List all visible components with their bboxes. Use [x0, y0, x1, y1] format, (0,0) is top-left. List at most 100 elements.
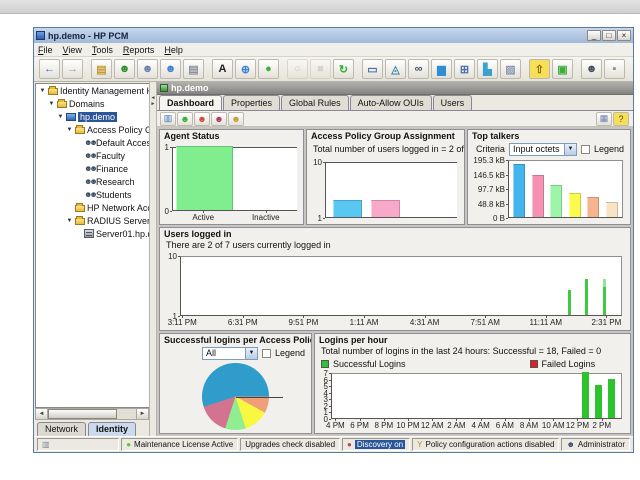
y-tick-mark	[329, 406, 331, 407]
user-add-icon[interactable]: ☻	[177, 112, 193, 126]
refresh-icon[interactable]: ↻	[333, 59, 354, 79]
tree-item-hp-network-access-control[interactable]: HP Network Access Control	[36, 201, 149, 214]
scrollbar-thumb[interactable]	[48, 409, 117, 419]
tab-dashboard[interactable]: Dashboard	[159, 95, 222, 110]
tree-item-hp-demo[interactable]: ▼hp.demo	[36, 110, 149, 123]
device-manager-icon[interactable]: ▭	[362, 59, 383, 79]
tree-item-research[interactable]: Research	[36, 175, 149, 188]
graph-icon[interactable]: ▙	[477, 59, 498, 79]
scroll-right-icon[interactable]: ►	[136, 409, 148, 419]
pane-tab-identity[interactable]: Identity	[88, 422, 136, 436]
tab-properties[interactable]: Properties	[223, 95, 280, 110]
panel-title: Top talkers	[468, 130, 630, 142]
pane-tab-network[interactable]: Network	[37, 422, 86, 436]
expander-icon[interactable]: ▼	[66, 127, 73, 133]
chart-bar	[568, 290, 571, 315]
tree-horizontal-scrollbar[interactable]: ◄ ►	[35, 408, 149, 420]
tree-item-access-policy-groups[interactable]: ▼ Access Policy Groups	[36, 123, 149, 136]
report-icon[interactable]: ▤	[183, 59, 204, 79]
title-bar[interactable]: hp.demo - HP PCM _□×	[34, 28, 633, 43]
tree-item-default-access-policy-gr[interactable]: Default Access Policy Gr	[36, 136, 149, 149]
expander-icon[interactable]: ▼	[48, 101, 55, 107]
expander-icon[interactable]: ▼	[57, 114, 64, 120]
discovery-field[interactable]: ●Discovery on	[342, 438, 410, 451]
tree-item-identity-management-home[interactable]: ▼Identity Management Home	[36, 84, 149, 97]
x-tick-label: 11:11 AM	[524, 318, 568, 327]
network-map-icon[interactable]: ⊞	[454, 59, 475, 79]
tab-auto-allow-ouis[interactable]: Auto-Allow OUIs	[350, 95, 432, 110]
user-profile-icon[interactable]: ☻	[581, 59, 602, 79]
y-tick-label: 0	[162, 207, 169, 216]
legend-checkbox[interactable]	[581, 145, 590, 154]
tree-item-domains[interactable]: ▼Domains	[36, 97, 149, 110]
scroll-left-icon[interactable]: ◄	[36, 409, 48, 419]
y-tick-mark	[329, 386, 331, 387]
y-tick-label: 1	[309, 214, 322, 223]
users-icon[interactable]: ☻	[160, 59, 181, 79]
software-export-icon[interactable]: ⇧	[529, 59, 550, 79]
selection-header: hp.demo	[157, 82, 633, 95]
tree-item-label: Access Policy Groups	[87, 125, 149, 135]
tree-item-server01-hp-demo-192-1[interactable]: Server01.hp.demo(192.1	[36, 227, 149, 240]
menu-file[interactable]: File	[38, 45, 53, 55]
tab-users[interactable]: Users	[433, 95, 473, 110]
chart-bar	[513, 164, 525, 217]
chevron-down-icon[interactable]: ▼	[245, 348, 257, 359]
criteria-select[interactable]: Input octets ▼	[509, 143, 577, 156]
traffic-monitor-icon[interactable]: ▆	[431, 59, 452, 79]
identity-home-icon[interactable]: ▤	[91, 59, 112, 79]
close-button[interactable]: ×	[617, 30, 631, 41]
maximize-button[interactable]: □	[602, 30, 616, 41]
user-block-icon[interactable]: ☻	[211, 112, 227, 126]
software-update-icon[interactable]: ▣	[552, 59, 573, 79]
menu-tools[interactable]: Tools	[92, 45, 113, 55]
back-icon[interactable]: ←	[39, 59, 60, 79]
find-device-icon[interactable]: ∞	[408, 59, 429, 79]
lock-icon[interactable]: ▪	[604, 59, 625, 79]
plot-area	[180, 256, 622, 316]
status-label: Policy configuration actions disabled	[425, 440, 554, 449]
x-tick-label: 2 PM	[580, 421, 624, 430]
y-tick-mark	[329, 399, 331, 400]
chart-bar	[608, 379, 615, 418]
screenshot-icon[interactable]: ▨	[500, 59, 521, 79]
menu-view[interactable]: View	[63, 45, 82, 55]
group-icon	[84, 138, 94, 147]
group-filter-select[interactable]: All ▼	[202, 347, 258, 360]
window-title: hp.demo - HP PCM	[48, 31, 584, 41]
logins-summary: Total number of logins in the last 24 ho…	[315, 346, 630, 358]
preferences-icon[interactable]: ⊕	[235, 59, 256, 79]
menu-help[interactable]: Help	[164, 45, 183, 55]
y-tick-mark	[329, 380, 331, 381]
access-policy-group-assignment-panel: Access Policy Group Assignment Total num…	[306, 129, 465, 225]
users-logged-in-chart: 1013:11 PM6:31 PM9:51 PM1:11 AM4:31 AM7:…	[162, 253, 628, 328]
expander-icon[interactable]: ▼	[39, 88, 46, 94]
upgrades-check-field: Upgrades check disabled	[240, 438, 340, 451]
user-find-icon[interactable]: ☻	[228, 112, 244, 126]
legend-checkbox-label: Legend	[594, 144, 624, 154]
forward-icon[interactable]: →	[62, 59, 83, 79]
tab-global-rules[interactable]: Global Rules	[281, 95, 349, 110]
expand-right-icon[interactable]: ►	[151, 102, 156, 107]
tree-item-radius-servers[interactable]: ▼RADIUS Servers	[36, 214, 149, 227]
discovery-globe-icon[interactable]: ●	[258, 59, 279, 79]
tree-item-faculty[interactable]: Faculty	[36, 149, 149, 162]
map-icon[interactable]: A	[212, 59, 233, 79]
minimize-button[interactable]: _	[587, 30, 601, 41]
expander-icon[interactable]: ▼	[66, 218, 73, 224]
pane-splitter[interactable]: ◄ ►	[150, 82, 157, 436]
tree-item-finance[interactable]: Finance	[36, 162, 149, 175]
user-dashboard-icon[interactable]: ▥	[160, 112, 176, 126]
access-policy-group-icon[interactable]: ☻	[114, 59, 135, 79]
user-remove-icon[interactable]: ☻	[194, 112, 210, 126]
legend-checkbox[interactable]	[262, 349, 271, 358]
y-tick-label: 0 B	[470, 214, 505, 223]
x-tick-mark	[577, 419, 578, 421]
menu-reports[interactable]: Reports	[123, 45, 155, 55]
tile-windows-icon[interactable]: ▦	[596, 112, 612, 126]
chevron-down-icon[interactable]: ▼	[564, 144, 576, 155]
tree-item-students[interactable]: Students	[36, 188, 149, 201]
help-icon[interactable]: ?	[613, 112, 629, 126]
topology-icon[interactable]: ◬	[385, 59, 406, 79]
user-icon[interactable]: ☻	[137, 59, 158, 79]
